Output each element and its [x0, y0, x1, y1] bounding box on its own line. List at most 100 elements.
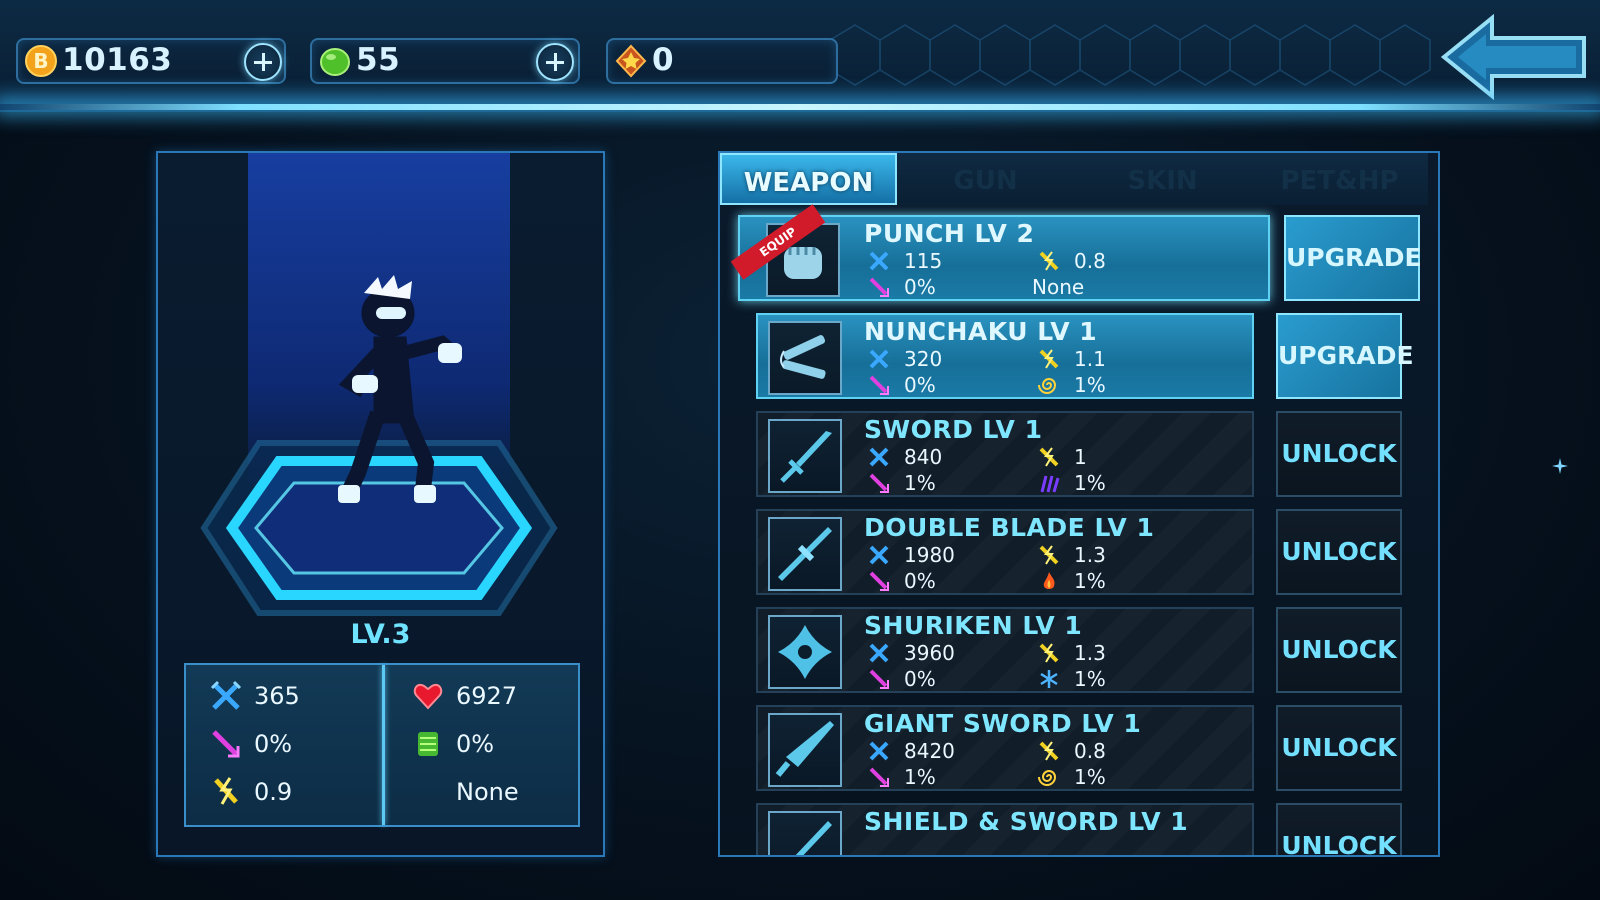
- weapon-effect: 1%: [1038, 471, 1106, 495]
- lightning-sword-icon: [214, 777, 238, 805]
- crit-sword-icon: [869, 473, 889, 493]
- swirl-icon: [1038, 378, 1057, 394]
- crossed-swords-icon: [869, 643, 889, 663]
- crossed-swords-icon: [869, 447, 889, 467]
- weapon-crit: 0%: [868, 373, 936, 397]
- weapon-name: SHURIKEN LV 1: [864, 611, 1083, 640]
- weapon-speed-value: 1.3: [1074, 641, 1106, 665]
- unlock-button[interactable]: UNLOCK: [1276, 509, 1402, 595]
- weapon-attack-value: 8420: [904, 739, 955, 763]
- weapon-name: SWORD LV 1: [864, 415, 1043, 444]
- back-arrow-icon[interactable]: [1440, 14, 1588, 100]
- weapon-attack: 840: [868, 445, 942, 469]
- weapon-speed-value: 1.3: [1074, 543, 1106, 567]
- crit-sword-icon: [869, 767, 889, 787]
- lightning-sword-icon: [1039, 349, 1059, 369]
- weapon-row-nunchaku[interactable]: NUNCHAKU LV 1 320 1.1 0% 1%: [756, 313, 1254, 399]
- stat-speed-value: 0.9: [254, 778, 293, 806]
- weapon-thumb: [768, 419, 842, 493]
- weapon-thumb: [768, 321, 842, 395]
- nunchaku-icon: [780, 335, 826, 379]
- upgrade-button[interactable]: UPGRADE: [1276, 313, 1414, 399]
- claw-icon: [1040, 475, 1060, 493]
- stickman-hero: [338, 275, 463, 503]
- unlock-button[interactable]: UNLOCK: [1276, 607, 1402, 693]
- unlock-button[interactable]: UNLOCK: [1276, 803, 1402, 855]
- weapon-effect-value: 1%: [1074, 765, 1106, 789]
- tab-gun[interactable]: GUN: [897, 153, 1076, 205]
- tab-pet-hp[interactable]: PET&HP: [1251, 153, 1428, 205]
- weapon-speed-value: 0.8: [1074, 739, 1106, 763]
- weapon-name: NUNCHAKU LV 1: [864, 317, 1098, 346]
- coin-icon: B: [25, 45, 57, 77]
- weapon-crit: 1%: [868, 765, 936, 789]
- stats-divider: [382, 665, 385, 825]
- character-level: LV.3: [350, 619, 411, 650]
- add-gems-button[interactable]: [536, 43, 574, 81]
- star-amount: 0: [652, 42, 675, 78]
- unlock-button[interactable]: UNLOCK: [1276, 411, 1402, 497]
- weapon-speed-value: 0.8: [1074, 249, 1106, 273]
- crit-sword-icon: [869, 571, 889, 591]
- lightning-sword-icon: [1039, 643, 1059, 663]
- giant-sword-icon: [775, 721, 834, 777]
- weapon-row-punch[interactable]: EQUIP PUNCH LV 2 115 0.8 0% None: [730, 204, 1270, 301]
- weapon-attack-value: 840: [904, 445, 943, 469]
- weapon-thumb: [768, 517, 842, 591]
- tab-skin[interactable]: SKIN: [1074, 153, 1253, 205]
- weapon-crit-value: 1%: [904, 471, 936, 495]
- stat-speed: 0.9: [210, 773, 292, 811]
- weapon-effect-value: None: [1032, 275, 1085, 299]
- star-counter: 0: [606, 38, 838, 84]
- weapon-attack: 115: [868, 249, 942, 273]
- crit-sword-icon: [869, 375, 889, 395]
- stat-hp: 6927: [412, 677, 517, 715]
- tab-weapon[interactable]: WEAPON: [720, 153, 897, 205]
- weapon-crit: 1%: [868, 471, 936, 495]
- svg-text:B: B: [33, 49, 48, 73]
- weapon-speed: 0.8: [1038, 739, 1106, 763]
- crossed-swords-icon: [869, 251, 889, 271]
- armor-icon: [418, 732, 438, 756]
- weapon-speed: 1.3: [1038, 641, 1106, 665]
- weapon-thumb: [768, 811, 842, 855]
- fire-icon: [1043, 572, 1055, 589]
- weapon-effect-value: 1%: [1074, 667, 1106, 691]
- category-tabs: WEAPON GUN SKIN PET&HP: [720, 153, 1438, 205]
- weapon-crit-value: 0%: [904, 667, 936, 691]
- weapon-shop-panel: WEAPON GUN SKIN PET&HP EQUIP PUNCH LV 2 …: [718, 151, 1440, 857]
- weapon-attack: 320: [868, 347, 942, 371]
- weapon-attack: 8420: [868, 739, 955, 763]
- weapon-effect: 1%: [1038, 667, 1106, 691]
- weapon-row-double-blade[interactable]: DOUBLE BLADE LV 1 1980 1.3 0% 1%: [756, 509, 1254, 595]
- snowflake-icon: [1040, 670, 1058, 688]
- stat-special: None: [456, 773, 519, 811]
- weapon-crit-value: 1%: [904, 765, 936, 789]
- stat-attack: 365: [210, 677, 300, 715]
- weapon-speed-value: 1: [1074, 445, 1087, 469]
- crit-sword-icon: [869, 669, 889, 689]
- weapon-row-shuriken[interactable]: SHURIKEN LV 1 3960 1.3 0% 1%: [756, 607, 1254, 693]
- weapon-crit-value: 0%: [904, 275, 936, 299]
- weapon-crit: 0%: [868, 275, 936, 299]
- weapon-speed: 0.8: [1038, 249, 1106, 273]
- add-coins-button[interactable]: [244, 43, 282, 81]
- stat-hp-value: 6927: [456, 682, 518, 710]
- crossed-swords-icon: [869, 349, 889, 369]
- weapon-row-giant-sword[interactable]: GIANT SWORD LV 1 8420 0.8 1% 1%: [756, 705, 1254, 791]
- weapon-speed: 1.1: [1038, 347, 1106, 371]
- weapon-row-sword[interactable]: SWORD LV 1 840 1 1% 1%: [756, 411, 1254, 497]
- crit-sword-icon: [869, 277, 889, 297]
- weapon-effect-value: 1%: [1074, 471, 1106, 495]
- header-glow-line: [0, 104, 1600, 110]
- coin-counter: B 10163: [16, 38, 286, 84]
- upgrade-button[interactable]: UPGRADE: [1284, 215, 1422, 301]
- star-badge-icon: [615, 44, 647, 78]
- coin-amount: 10163: [62, 42, 173, 78]
- crossed-swords-icon: [869, 741, 889, 761]
- weapon-row-shield-sword[interactable]: SHIELD & SWORD LV 1: [756, 803, 1254, 855]
- weapon-attack-value: 3960: [904, 641, 955, 665]
- sword-icon: [780, 431, 832, 483]
- weapon-list: EQUIP PUNCH LV 2 115 0.8 0% None UPGRADE…: [720, 204, 1438, 855]
- unlock-button[interactable]: UNLOCK: [1276, 705, 1402, 791]
